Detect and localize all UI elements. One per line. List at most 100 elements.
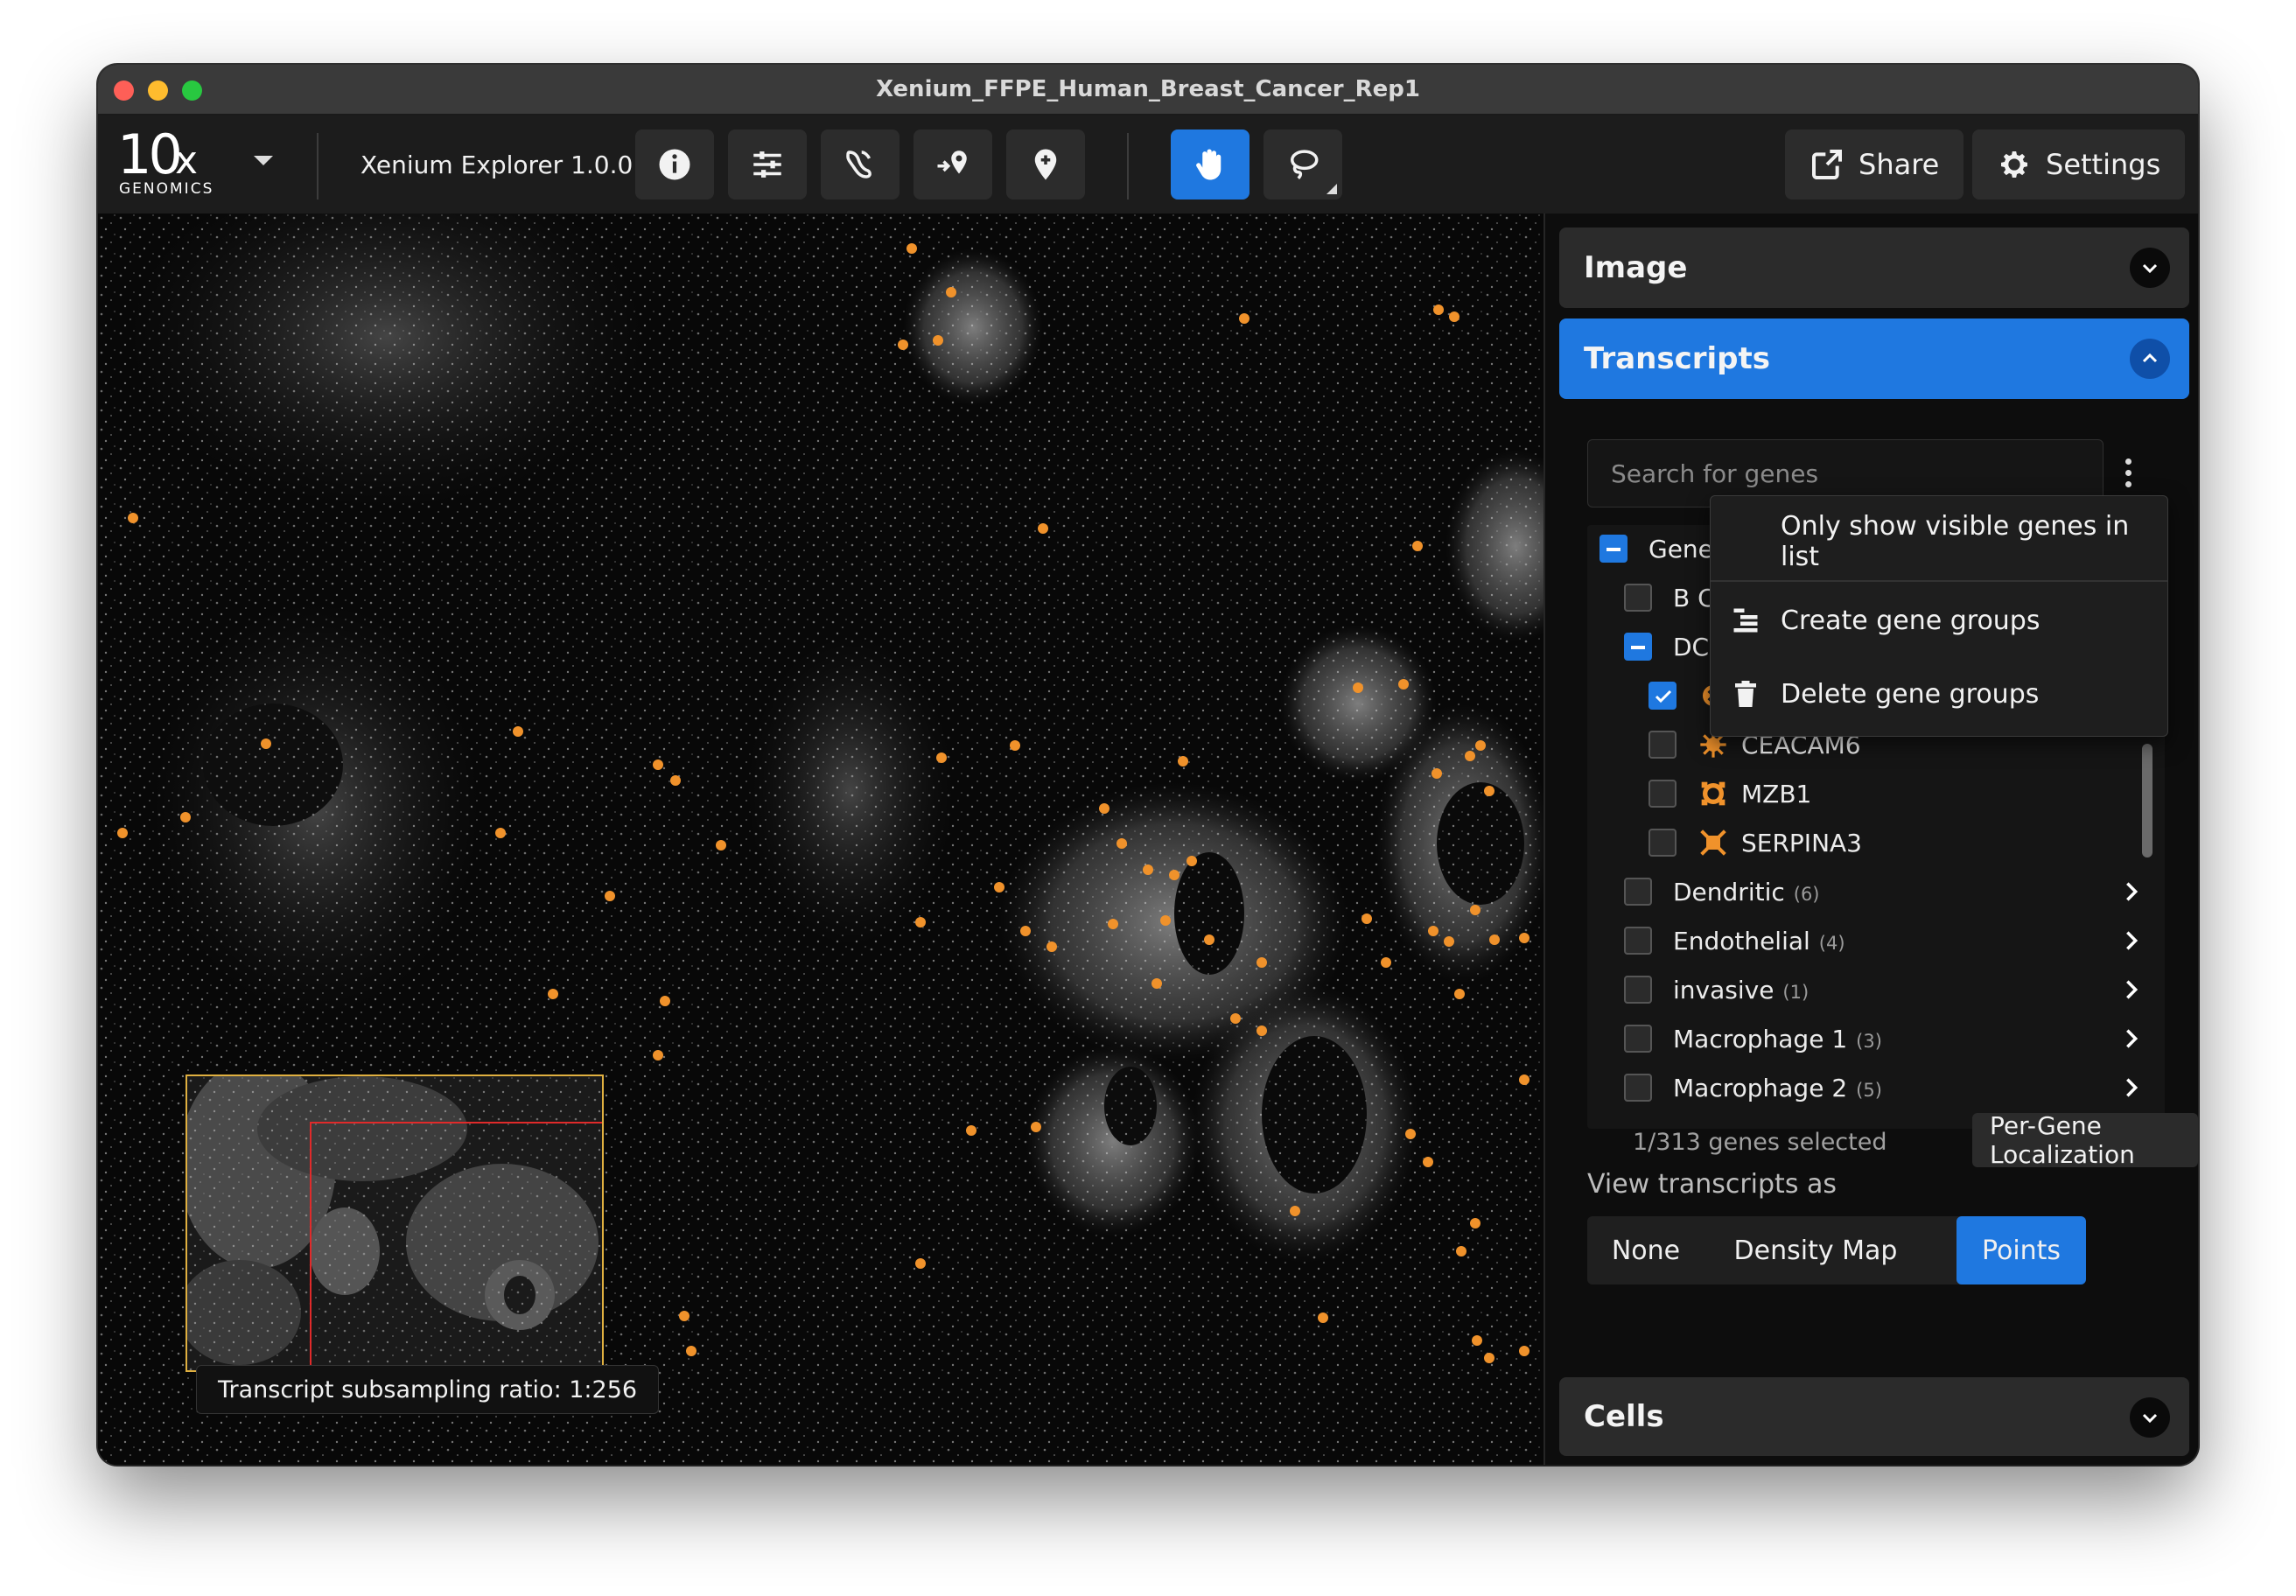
chevron-right-icon[interactable] bbox=[2119, 928, 2144, 954]
gene-row[interactable]: SERPINA3 bbox=[1587, 819, 2165, 866]
group-checkbox[interactable] bbox=[1624, 1025, 1652, 1053]
toolbar-divider bbox=[1127, 133, 1129, 200]
cells-section-header[interactable]: Cells bbox=[1559, 1377, 2189, 1456]
group-label: Dendritic (6) bbox=[1673, 877, 1820, 906]
image-section-label: Image bbox=[1584, 250, 1688, 285]
gene-group-row[interactable]: Endothelial (4) bbox=[1587, 917, 2165, 964]
gene-group-row[interactable]: Macrophage 1 (3) bbox=[1587, 1015, 2165, 1062]
gene-checkbox[interactable] bbox=[1648, 829, 1676, 857]
group-checkbox[interactable] bbox=[1624, 633, 1652, 661]
option-label: Create gene groups bbox=[1781, 605, 2040, 636]
logo[interactable]: 10 x GENOMICS bbox=[117, 122, 248, 201]
share-icon bbox=[1812, 150, 1842, 179]
options-dropdown-menu: Only show visible genes in list Create g… bbox=[1710, 495, 2168, 737]
zoom-window-button[interactable] bbox=[182, 80, 202, 101]
minimap[interactable] bbox=[186, 1074, 604, 1372]
group-checkbox[interactable] bbox=[1624, 976, 1652, 1004]
expand-cells-button[interactable] bbox=[2130, 1397, 2170, 1438]
view-none-button[interactable]: None bbox=[1587, 1216, 1704, 1284]
settings-label: Settings bbox=[2046, 148, 2161, 181]
gene-group-row[interactable]: Dendritic (6) bbox=[1587, 868, 2165, 915]
logo-menu-caret-icon[interactable] bbox=[254, 156, 273, 165]
expand-image-button[interactable] bbox=[2130, 248, 2170, 288]
app-window: Xenium_FFPE_Human_Breast_Cancer_Rep1 10 … bbox=[98, 65, 2198, 1465]
title-bar: Xenium_FFPE_Human_Breast_Cancer_Rep1 bbox=[98, 65, 2198, 116]
genes-selected-count: 1/313 genes selected bbox=[1633, 1129, 1887, 1156]
subsampling-badge: Transcript subsampling ratio: 1:256 bbox=[196, 1365, 660, 1414]
hand-icon bbox=[1196, 149, 1222, 180]
chevron-right-icon[interactable] bbox=[2119, 1026, 2144, 1052]
per-gene-localization-button[interactable]: Per-Gene Localization bbox=[1972, 1111, 2198, 1169]
group-checkbox[interactable] bbox=[1624, 1074, 1652, 1102]
view-transcripts-label: View transcripts as bbox=[1587, 1169, 1837, 1200]
gene-label: SERPINA3 bbox=[1741, 828, 1862, 858]
menu-divider bbox=[1711, 580, 2167, 582]
image-section-header[interactable]: Image bbox=[1559, 228, 2189, 308]
close-window-button[interactable] bbox=[114, 80, 134, 101]
gene-marker-ring-icon bbox=[1701, 781, 1726, 806]
add-location-icon bbox=[1034, 149, 1057, 180]
chevron-right-icon[interactable] bbox=[2119, 878, 2144, 905]
side-panel: Image Transcripts Search for genes Genes… bbox=[1544, 214, 2198, 1465]
gene-checkbox[interactable] bbox=[1648, 780, 1676, 808]
transcripts-section-header[interactable]: Transcripts bbox=[1559, 318, 2189, 399]
checkmark-icon bbox=[1655, 690, 1672, 704]
cells-section-label: Cells bbox=[1584, 1399, 1664, 1434]
transcripts-section-label: Transcripts bbox=[1584, 341, 1771, 376]
logo-subtitle: GENOMICS bbox=[119, 180, 214, 198]
minimize-window-button[interactable] bbox=[148, 80, 168, 101]
lasso-options-caret-icon[interactable] bbox=[1326, 184, 1337, 194]
only-visible-genes-option[interactable]: Only show visible genes in list bbox=[1711, 505, 2167, 578]
chevron-down-icon bbox=[2142, 1413, 2158, 1424]
window-title: Xenium_FFPE_Human_Breast_Cancer_Rep1 bbox=[876, 76, 1420, 102]
group-label: Macrophage 1 (3) bbox=[1673, 1024, 1882, 1054]
list-indent-icon bbox=[1733, 608, 1758, 633]
add-pin-button[interactable] bbox=[1006, 130, 1085, 200]
chevron-up-icon bbox=[2142, 353, 2158, 363]
gene-label: MZB1 bbox=[1741, 779, 1812, 808]
logo-x: x bbox=[175, 138, 199, 183]
group-checkbox[interactable] bbox=[1624, 927, 1652, 955]
gene-checkbox[interactable] bbox=[1648, 682, 1676, 710]
view-points-button[interactable]: Points bbox=[1956, 1216, 2086, 1284]
chevron-right-icon[interactable] bbox=[2119, 1074, 2144, 1101]
create-gene-groups-option[interactable]: Create gene groups bbox=[1711, 584, 2167, 657]
group-label: Endothelial (4) bbox=[1673, 926, 1845, 956]
window-controls bbox=[114, 80, 202, 101]
toolbar-divider bbox=[317, 133, 318, 200]
group-label: invasive (1) bbox=[1673, 975, 1810, 1004]
minimap-viewport[interactable] bbox=[310, 1122, 602, 1370]
tissue-viewer[interactable]: Transcript subsampling ratio: 1:256 bbox=[98, 214, 1544, 1465]
collapse-transcripts-button[interactable] bbox=[2130, 339, 2170, 379]
pan-tool-button[interactable] bbox=[1171, 130, 1250, 200]
lasso-tool-button[interactable] bbox=[1264, 130, 1342, 200]
group-checkbox[interactable] bbox=[1624, 584, 1652, 612]
delete-gene-groups-option[interactable]: Delete gene groups bbox=[1711, 657, 2167, 731]
gene-marker-x-square-icon bbox=[1700, 830, 1726, 856]
info-button[interactable] bbox=[635, 130, 714, 200]
gene-row[interactable]: MZB1 bbox=[1587, 770, 2165, 817]
lasso-icon bbox=[1291, 150, 1319, 179]
gene-checkbox[interactable] bbox=[1648, 731, 1676, 759]
option-label: Only show visible genes in list bbox=[1781, 511, 2130, 572]
sliders-icon bbox=[753, 151, 781, 178]
adjustments-button[interactable] bbox=[728, 130, 807, 200]
gene-panel-button[interactable] bbox=[821, 130, 900, 200]
group-label: Macrophage 2 (5) bbox=[1673, 1073, 1882, 1102]
share-button[interactable]: Share bbox=[1785, 130, 1964, 200]
logo-number: 10 bbox=[117, 122, 183, 186]
view-density-map-button[interactable]: Density Map bbox=[1710, 1216, 1922, 1284]
settings-button[interactable]: Settings bbox=[1972, 130, 2186, 200]
genes-root-checkbox[interactable] bbox=[1600, 535, 1628, 563]
tissue-icon bbox=[846, 150, 872, 178]
more-options-icon[interactable] bbox=[2123, 458, 2133, 488]
search-placeholder: Search for genes bbox=[1611, 458, 1819, 488]
gene-group-row[interactable]: Macrophage 2 (5) bbox=[1587, 1064, 2165, 1111]
chevron-right-icon[interactable] bbox=[2119, 976, 2144, 1003]
gene-list-scrollbar[interactable] bbox=[2142, 744, 2152, 858]
share-label: Share bbox=[1858, 148, 1940, 181]
gene-group-row[interactable]: invasive (1) bbox=[1587, 966, 2165, 1013]
go-to-location-button[interactable] bbox=[914, 130, 992, 200]
group-checkbox[interactable] bbox=[1624, 878, 1652, 906]
view-mode-toggle: None Density Map Points bbox=[1587, 1216, 2086, 1284]
